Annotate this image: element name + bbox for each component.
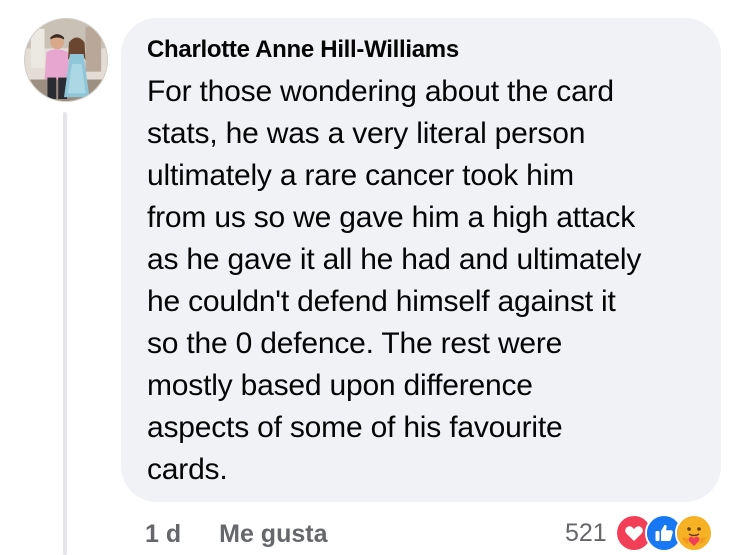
comment-text-line: mostly based upon difference — [147, 369, 533, 402]
profile-photo-icon — [25, 19, 107, 101]
comment-author-name[interactable]: Charlotte Anne Hill-Williams — [147, 35, 697, 65]
reply-thread-line — [63, 112, 67, 555]
comment-text-line: so the 0 defence. The rest were — [147, 327, 563, 360]
reaction-count: 521 — [565, 518, 607, 547]
comment-container: Charlotte Anne Hill-Williams For those w… — [0, 0, 747, 555]
comment-text-line: cards. — [147, 453, 228, 486]
comment-text-line: For those wondering about the card — [147, 75, 614, 108]
comment-text-line: as he gave it all he had and ultimately — [147, 243, 642, 276]
reaction-icons — [614, 514, 713, 552]
avatar[interactable] — [24, 18, 108, 102]
comment-bubble: Charlotte Anne Hill-Williams For those w… — [121, 18, 721, 502]
comment-timestamp[interactable]: 1 d — [145, 520, 181, 549]
comment-text-line: from us so we gave him a high attack — [147, 201, 636, 234]
comment-actions: 1 d Me gusta — [145, 517, 327, 551]
comment-text-line: stats, he was a very literal person — [147, 117, 586, 150]
comment-text-line: aspects of some of his favourite — [147, 411, 563, 444]
reactions-summary[interactable]: 521 — [565, 513, 713, 553]
comment-text-line: he couldn't defend himself against it — [147, 285, 616, 318]
like-button[interactable]: Me gusta — [219, 520, 327, 549]
care-reaction-icon — [674, 514, 713, 552]
comment-text-line: ultimately a rare cancer took him — [147, 159, 574, 192]
comment-text: For those wondering about the card stats… — [147, 71, 697, 491]
